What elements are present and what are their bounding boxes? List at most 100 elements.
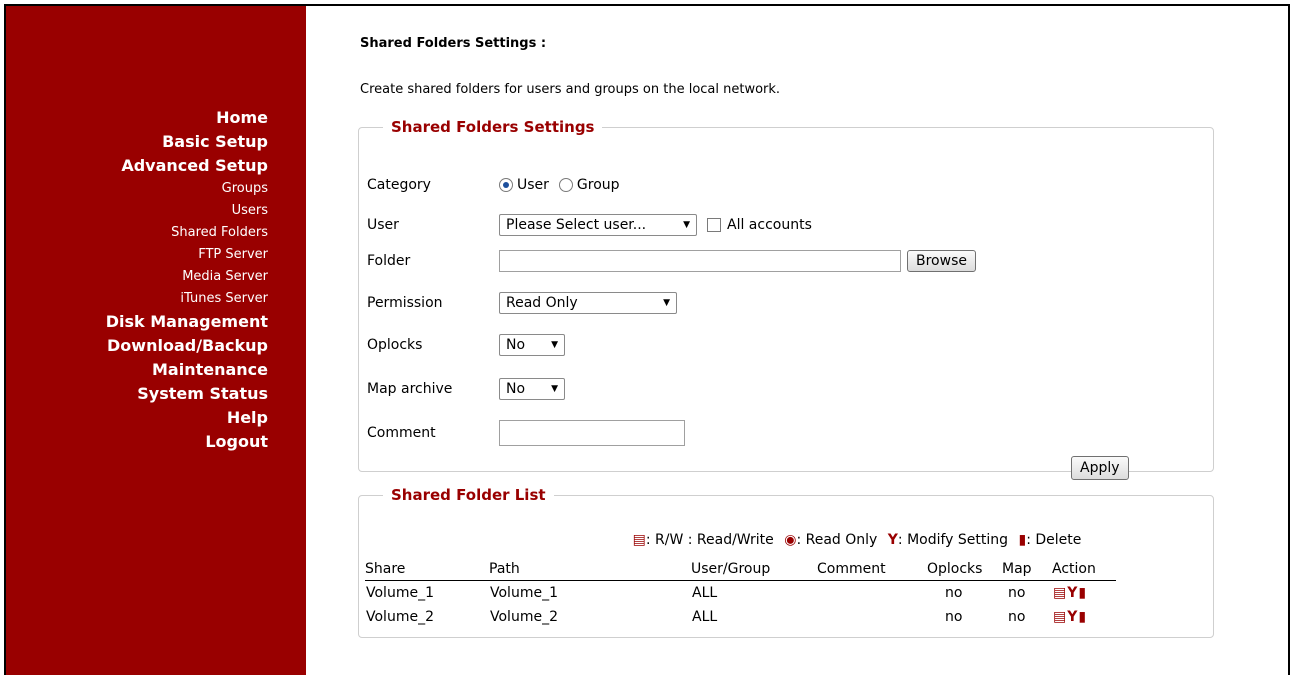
cell-path: Volume_2 xyxy=(490,609,558,625)
radio-group[interactable] xyxy=(558,178,573,192)
cell-usergroup: ALL xyxy=(692,609,718,625)
user-label: User xyxy=(367,217,399,233)
apply-button[interactable]: Apply xyxy=(1071,456,1129,480)
read-write-icon: ▤ xyxy=(632,532,646,548)
permission-select-value: Read Only xyxy=(506,295,578,311)
user-select[interactable]: Please Select user... ▼ xyxy=(499,214,697,236)
header-map: Map xyxy=(1002,558,1052,581)
settings-panel: Shared Folders Settings Category User Gr… xyxy=(358,118,1214,480)
sidebar-item-itunes-server[interactable]: iTunes Server xyxy=(6,288,268,310)
sidebar-item-disk-management[interactable]: Disk Management xyxy=(6,310,268,334)
oplocks-select[interactable]: No ▼ xyxy=(499,334,565,356)
wrench-icon: Y xyxy=(887,532,898,548)
chevron-down-icon: ▼ xyxy=(551,384,558,394)
category-label: Category xyxy=(367,177,431,193)
permission-row: Permission Read Only ▼ xyxy=(367,290,677,316)
sidebar-item-basic-setup[interactable]: Basic Setup xyxy=(6,130,268,154)
header-usergroup: User/Group xyxy=(691,558,817,581)
category-group-option[interactable]: Group xyxy=(558,177,620,193)
map-archive-label: Map archive xyxy=(367,381,453,397)
eye-icon: ◉ xyxy=(784,532,797,548)
folder-list-panel: Shared Folder List ▤: R/W : Read/Write ◉… xyxy=(358,486,1214,638)
sidebar-item-media-server[interactable]: Media Server xyxy=(6,266,268,288)
oplocks-label: Oplocks xyxy=(367,337,423,353)
cell-share: Volume_2 xyxy=(366,609,434,625)
oplocks-row: Oplocks No ▼ xyxy=(367,332,565,358)
category-user-option[interactable]: User xyxy=(499,177,549,193)
folder-list-table: Share Path User/Group Comment Oplocks Ma… xyxy=(365,558,1116,629)
legend-modify: : Modify Setting xyxy=(897,532,1009,548)
sidebar-item-system-status[interactable]: System Status xyxy=(6,382,268,406)
sidebar-item-logout[interactable]: Logout xyxy=(6,430,268,454)
all-accounts-checkbox[interactable] xyxy=(707,218,721,232)
user-row: User Please Select user... ▼ All account… xyxy=(367,212,812,238)
comment-row: Comment xyxy=(367,420,685,446)
header-comment: Comment xyxy=(817,558,927,581)
sidebar-item-maintenance[interactable]: Maintenance xyxy=(6,358,268,382)
sidebar-item-shared-folders[interactable]: Shared Folders xyxy=(6,222,268,244)
comment-input[interactable] xyxy=(499,420,685,446)
category-row: Category User Group xyxy=(367,172,630,198)
table-row: Volume_1 Volume_1 ALL no no ▤Y▮ xyxy=(365,581,1116,606)
cell-share: Volume_1 xyxy=(366,585,434,601)
header-action: Action xyxy=(1052,558,1116,581)
table-header-row: Share Path User/Group Comment Oplocks Ma… xyxy=(365,558,1116,581)
cell-comment xyxy=(817,581,927,606)
legend-delete: : Delete xyxy=(1026,532,1082,548)
header-oplocks: Oplocks xyxy=(927,558,1002,581)
all-accounts-option[interactable]: All accounts xyxy=(707,217,812,233)
main-content: Shared Folders Settings : Create shared … xyxy=(358,0,1218,675)
sidebar-item-ftp-server[interactable]: FTP Server xyxy=(6,244,268,266)
sidebar-item-groups[interactable]: Groups xyxy=(6,178,268,200)
sidebar-item-help[interactable]: Help xyxy=(6,406,268,430)
radio-user-label: User xyxy=(517,177,549,193)
all-accounts-label: All accounts xyxy=(727,217,812,233)
action-legend: ▤: R/W : Read/Write ◉: Read Only Y: Modi… xyxy=(359,532,1215,548)
browse-button[interactable]: Browse xyxy=(907,250,976,272)
radio-user[interactable] xyxy=(499,178,513,192)
legend-rw: : R/W : Read/Write xyxy=(645,532,774,548)
cell-oplocks: no xyxy=(945,585,963,601)
user-select-value: Please Select user... xyxy=(506,217,647,233)
trash-icon[interactable]: ▮ xyxy=(1078,585,1087,601)
permission-label: Permission xyxy=(367,295,443,311)
wrench-icon[interactable]: Y xyxy=(1067,609,1078,625)
cell-map: no xyxy=(1008,585,1026,601)
read-write-icon[interactable]: ▤ xyxy=(1053,585,1067,601)
sidebar-item-download-backup[interactable]: Download/Backup xyxy=(6,334,268,358)
chevron-down-icon: ▼ xyxy=(551,340,558,350)
comment-label: Comment xyxy=(367,425,436,441)
map-archive-row: Map archive No ▼ xyxy=(367,376,565,402)
page-intro: Create shared folders for users and grou… xyxy=(360,82,781,97)
chevron-down-icon: ▼ xyxy=(663,298,670,308)
cell-actions: ▤Y▮ xyxy=(1052,581,1116,606)
settings-legend: Shared Folders Settings xyxy=(391,118,595,136)
read-write-icon[interactable]: ▤ xyxy=(1053,609,1067,625)
legend-ro: : Read Only xyxy=(796,532,878,548)
folder-input[interactable] xyxy=(499,250,901,272)
sidebar-item-users[interactable]: Users xyxy=(6,200,268,222)
sidebar-item-home[interactable]: Home xyxy=(6,106,268,130)
map-archive-select[interactable]: No ▼ xyxy=(499,378,565,400)
header-path: Path xyxy=(489,558,691,581)
header-share: Share xyxy=(365,558,489,581)
cell-map: no xyxy=(1008,609,1026,625)
trash-icon[interactable]: ▮ xyxy=(1078,609,1087,625)
cell-path: Volume_1 xyxy=(490,585,558,601)
table-row: Volume_2 Volume_2 ALL no no ▤Y▮ xyxy=(365,605,1116,629)
map-archive-select-value: No xyxy=(506,381,526,397)
radio-group-label: Group xyxy=(576,177,620,193)
folder-row: Folder Browse xyxy=(367,248,976,274)
folder-list-legend: Shared Folder List xyxy=(391,486,546,504)
wrench-icon[interactable]: Y xyxy=(1067,585,1078,601)
sidebar-item-advanced-setup[interactable]: Advanced Setup xyxy=(6,154,268,178)
page-title: Shared Folders Settings : xyxy=(360,36,547,51)
cell-actions: ▤Y▮ xyxy=(1052,605,1116,629)
chevron-down-icon: ▼ xyxy=(683,220,690,230)
permission-select[interactable]: Read Only ▼ xyxy=(499,292,677,314)
folder-label: Folder xyxy=(367,253,411,269)
oplocks-select-value: No xyxy=(506,337,526,353)
sidebar: Home Basic Setup Advanced Setup Groups U… xyxy=(6,6,306,675)
cell-oplocks: no xyxy=(945,609,963,625)
cell-comment xyxy=(817,605,927,629)
